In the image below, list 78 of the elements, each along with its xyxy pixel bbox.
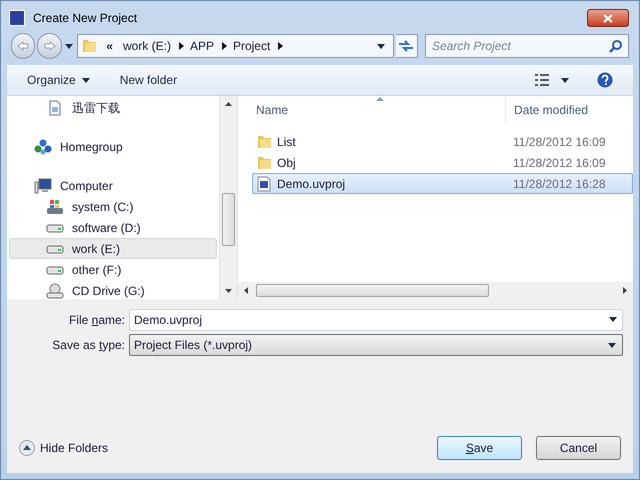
date-column-header[interactable]: Date modified (506, 96, 633, 123)
window-title: Create New Project (33, 10, 138, 27)
dialog-button[interactable]: Save (437, 436, 522, 460)
file-date: 11/28/2012 16:09 (513, 154, 606, 172)
collapse-icon (19, 440, 35, 456)
scroll-left-icon (244, 287, 248, 294)
hide-folders-button[interactable]: Hide Folders (19, 439, 108, 457)
dialog-button[interactable]: Cancel (536, 436, 621, 460)
scroll-thumb[interactable] (222, 193, 235, 246)
nav-item[interactable]: software (D:) (9, 217, 217, 238)
file-date: 11/28/2012 16:28 (513, 176, 606, 192)
document-icon (47, 100, 63, 116)
file-name-field[interactable]: Demo.uvproj (129, 309, 623, 331)
file-name-label: File name: (68, 312, 126, 329)
computer-icon (34, 178, 52, 194)
address-bar[interactable]: « work (E:) APP Project (77, 34, 394, 58)
horizontal-scrollbar[interactable] (238, 282, 633, 299)
forward-arrow-icon (44, 41, 56, 51)
app-icon (9, 10, 25, 26)
nav-item[interactable]: other (F:) (9, 259, 217, 280)
nav-item[interactable]: Computer (9, 175, 217, 196)
nav-item[interactable]: 迅雷下载 (9, 97, 217, 118)
chevron-right-icon (278, 42, 284, 50)
dropdown-caret-icon (609, 317, 617, 322)
back-arrow-icon (17, 41, 30, 51)
save-type-label: Save as type: (51, 337, 126, 354)
caret-icon (561, 78, 569, 82)
dropdown-caret-icon (608, 342, 616, 348)
search-icon (609, 40, 622, 53)
file-row[interactable]: Obj 11/28/2012 16:09 (252, 152, 633, 173)
sort-arrow-icon (376, 97, 384, 101)
overflow-chevron[interactable]: « (102, 37, 117, 55)
close-button[interactable] (587, 9, 629, 27)
folder-icon (82, 38, 98, 54)
nav-item[interactable]: Homegroup (9, 136, 217, 157)
homegroup-icon (34, 138, 52, 154)
file-name: Obj (277, 154, 297, 172)
file-name: List (277, 134, 297, 150)
nav-item[interactable]: system (C:) (9, 196, 217, 217)
forward-button[interactable] (37, 33, 62, 59)
chevron-right-icon (222, 42, 227, 50)
dropdown-caret-icon (376, 44, 385, 48)
save-type-dropdown[interactable]: Project Files (*.uvproj) (129, 334, 623, 356)
file-row[interactable]: Demo.uvproj 11/28/2012 16:28 (252, 173, 633, 194)
nav-item[interactable]: CD Drive (G:) (9, 280, 217, 299)
caret-icon (82, 78, 90, 82)
view-options-button[interactable] (535, 74, 569, 86)
file-date: 11/28/2012 16:09 (513, 134, 606, 150)
chevron-right-icon (178, 42, 184, 50)
nav-item[interactable]: work (E:) (9, 238, 217, 259)
cd-drive-icon (46, 282, 64, 298)
breadcrumb[interactable]: APP (190, 37, 214, 55)
new-folder-button[interactable]: New folder (120, 71, 178, 89)
vertical-scrollbar[interactable] (219, 96, 237, 299)
file-name: Demo.uvproj (277, 176, 346, 192)
refresh-button[interactable] (396, 34, 418, 58)
help-icon[interactable] (597, 72, 613, 88)
breadcrumb[interactable]: Project (232, 37, 270, 55)
organize-menu[interactable]: Organize (27, 71, 90, 89)
back-button[interactable] (11, 33, 36, 59)
close-icon (603, 14, 613, 22)
system-drive-icon (46, 198, 64, 214)
file-row[interactable]: List 11/28/2012 16:09 (252, 131, 633, 152)
folder-icon (257, 154, 273, 170)
search-field[interactable]: Search Project (425, 34, 630, 58)
scroll-down-icon (225, 289, 232, 293)
scroll-right-icon (623, 287, 627, 294)
drive-icon (46, 244, 64, 254)
refresh-icon (398, 39, 414, 53)
project-file-icon (257, 176, 271, 192)
folder-icon (257, 134, 273, 150)
drive-icon (46, 264, 64, 274)
scroll-thumb[interactable] (256, 284, 489, 297)
breadcrumb[interactable]: work (E:) (122, 37, 171, 55)
drive-icon (46, 222, 64, 232)
history-caret-icon (64, 44, 73, 48)
scroll-up-icon (225, 102, 232, 106)
view-list-icon (535, 74, 549, 86)
